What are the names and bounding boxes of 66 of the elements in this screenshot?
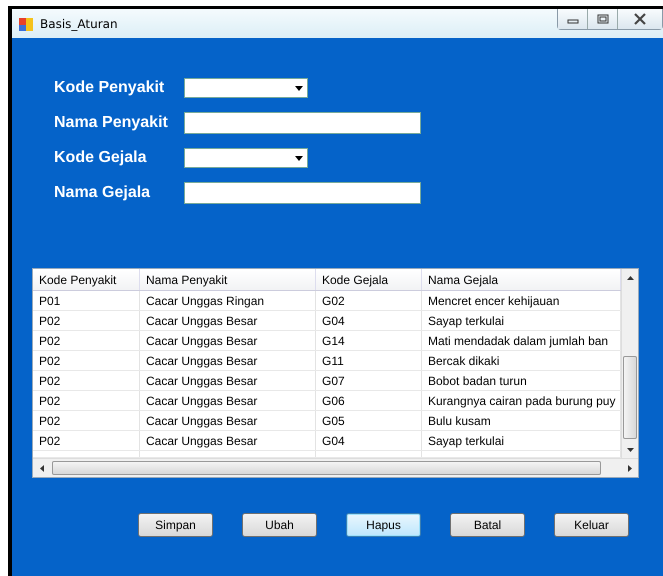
table-cell: G14	[316, 330, 422, 350]
window-title: Basis_Aturan	[40, 16, 119, 30]
column-header[interactable]: Kode Gejala	[316, 269, 422, 290]
maximize-icon	[596, 14, 608, 24]
text-field[interactable]	[184, 182, 421, 204]
table-cell: Sayap terkulai	[422, 310, 621, 330]
close-icon	[633, 13, 647, 25]
scroll-thumb[interactable]	[623, 356, 637, 439]
table-cell: G07	[316, 370, 422, 390]
scroll-thumb[interactable]	[52, 461, 601, 475]
horizontal-scrollbar[interactable]	[33, 458, 638, 477]
table-cell: Bercak dikaki	[422, 350, 621, 370]
table-cell: P02	[33, 390, 140, 410]
table-cell: Mati mendadak dalam jumlah ban	[422, 330, 621, 350]
field-label: Kode Penyakit	[54, 79, 166, 97]
text-field[interactable]	[184, 112, 421, 134]
table-cell: Cacar Unggas Besar	[140, 350, 316, 370]
table-cell: Bulu kusam	[422, 410, 621, 430]
field-label: Nama Penyakit	[54, 114, 169, 132]
vertical-scrollbar[interactable]	[621, 269, 638, 458]
table-cell: Cacar Unggas Besar	[140, 410, 316, 430]
scroll-left-icon[interactable]	[40, 464, 44, 472]
column-header[interactable]: Nama Gejala	[422, 269, 621, 290]
table-cell: P02	[33, 350, 140, 370]
action-button[interactable]: Hapus	[346, 513, 421, 537]
table-cell: Cacar Unggas Besar	[140, 390, 316, 410]
minimize-button[interactable]	[558, 9, 588, 29]
table-cell: P02	[33, 310, 140, 330]
column-header[interactable]: Nama Penyakit	[140, 269, 316, 290]
table-cell: Cacar Unggas Besar	[140, 370, 316, 390]
app-icon	[18, 16, 34, 32]
scroll-up-icon[interactable]	[626, 276, 634, 280]
table-cell: Bobot badan turun	[422, 370, 621, 390]
table-cell: G04	[316, 430, 422, 450]
table-cell: P02	[33, 370, 140, 390]
scroll-right-icon[interactable]	[628, 464, 632, 472]
caret-icon	[295, 156, 303, 160]
maximize-button[interactable]	[588, 9, 618, 29]
action-button[interactable]: Simpan	[138, 513, 213, 537]
scroll-down-icon[interactable]	[626, 448, 634, 452]
table-cell: P02	[33, 330, 140, 350]
table-cell: Cacar Unggas Besar	[140, 310, 316, 330]
close-button[interactable]	[618, 9, 662, 29]
table-cell: Cacar Unggas Besar	[140, 430, 316, 450]
table-cell: Cacar Unggas Ringan	[140, 290, 316, 310]
table-cell: G05	[316, 410, 422, 430]
table-cell: Mencret encer kehijauan	[422, 290, 621, 310]
table-cell: Kurangnya cairan pada burung puy	[422, 390, 621, 410]
table-cell: P01	[33, 290, 140, 310]
field-label: Nama Gejala	[54, 184, 152, 202]
table-cell: G02	[316, 290, 422, 310]
table-cell: P02	[33, 410, 140, 430]
table-cell: G04	[316, 310, 422, 330]
column-header[interactable]: Kode Penyakit	[33, 269, 140, 290]
caret-icon	[295, 86, 303, 90]
table-cell: P02	[33, 430, 140, 450]
table-cell: G06	[316, 390, 422, 410]
action-button[interactable]: Keluar	[554, 513, 629, 537]
table-cell: G11	[316, 350, 422, 370]
dropdown-field[interactable]	[184, 78, 308, 98]
table-cell: Sayap terkulai	[422, 430, 621, 450]
action-button[interactable]: Ubah	[242, 513, 317, 537]
field-label: Kode Gejala	[54, 149, 148, 167]
table-cell: Cacar Unggas Besar	[140, 330, 316, 350]
dropdown-field[interactable]	[184, 148, 308, 168]
action-button[interactable]: Batal	[450, 513, 525, 537]
